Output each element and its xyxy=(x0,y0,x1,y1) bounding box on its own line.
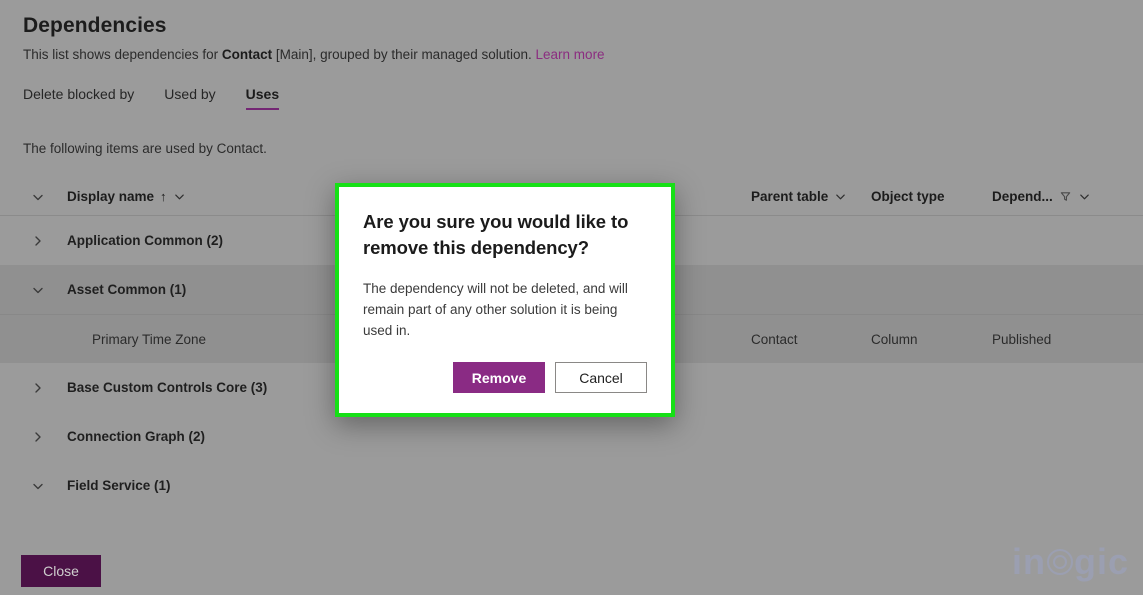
close-button[interactable]: Close xyxy=(21,555,101,587)
chevron-right-icon xyxy=(35,382,41,393)
dialog-actions: Remove Cancel xyxy=(363,362,647,393)
row-display-name: Connection Graph (2) xyxy=(67,429,205,444)
row-parent-table: Contact xyxy=(751,331,798,347)
column-header-object-type-label: Object type xyxy=(871,189,945,204)
page-header: Dependencies This list shows dependencie… xyxy=(23,14,605,64)
column-header-object-type[interactable]: Object type xyxy=(871,189,992,204)
row-expand-toggle[interactable] xyxy=(21,381,67,395)
page-title: Dependencies xyxy=(23,14,167,37)
dialog-body-text: The dependency will not be deleted, and … xyxy=(363,281,628,338)
dialog-title: Are you sure you would like to remove th… xyxy=(363,211,629,258)
tab-uses[interactable]: Uses xyxy=(231,82,294,114)
chevron-down-icon[interactable] xyxy=(1078,190,1091,203)
watermark-text-before: in xyxy=(1011,541,1046,582)
remove-button[interactable]: Remove xyxy=(453,362,545,393)
row-expand-toggle[interactable] xyxy=(21,234,67,248)
chevron-down-icon[interactable] xyxy=(173,190,186,203)
watermark-text-after: gic xyxy=(1073,541,1129,582)
learn-more-link[interactable]: Learn more xyxy=(536,47,605,62)
row-expand-toggle[interactable] xyxy=(21,430,67,444)
tab-delete-blocked-by[interactable]: Delete blocked by xyxy=(23,82,149,114)
dependencies-page: Dependencies This list shows dependencie… xyxy=(0,0,1143,595)
cancel-button[interactable]: Cancel xyxy=(555,362,647,393)
row-display-name: Field Service (1) xyxy=(67,478,171,493)
chevron-down-icon xyxy=(33,483,43,489)
subtitle-entity: Contact xyxy=(221,47,273,62)
tab-list: Delete blocked by Used by Uses xyxy=(23,82,294,114)
row-expand-toggle[interactable] xyxy=(21,479,67,493)
watermark-logo-icon xyxy=(1046,549,1073,575)
chevron-down-icon[interactable] xyxy=(834,190,847,203)
inogic-watermark: in gic xyxy=(1012,541,1129,583)
sort-ascending-icon: ↑ xyxy=(160,189,167,204)
column-header-parent-table[interactable]: Parent table xyxy=(751,189,871,204)
column-header-parent-table-label: Parent table xyxy=(751,189,829,204)
subtitle-suffix: [Main], grouped by their managed solutio… xyxy=(272,47,536,62)
row-object-type: Column xyxy=(871,331,918,347)
subtitle-prefix: This list shows dependencies for xyxy=(23,47,222,62)
list-description: The following items are used by Contact. xyxy=(23,141,267,156)
remove-dependency-dialog: Are you sure you would like to remove th… xyxy=(335,183,675,417)
column-header-display-name-label: Display name xyxy=(67,189,155,204)
table-row[interactable]: Connection Graph (2) xyxy=(0,412,1143,461)
dialog-content: Are you sure you would like to remove th… xyxy=(339,187,671,413)
row-dependency: Published xyxy=(992,331,1052,347)
tab-used-by[interactable]: Used by xyxy=(149,82,230,114)
row-expand-toggle[interactable] xyxy=(21,283,67,297)
chevron-right-icon xyxy=(35,431,41,442)
expand-all-toggle[interactable] xyxy=(21,190,67,204)
filter-icon[interactable] xyxy=(1059,190,1072,203)
chevron-down-icon xyxy=(33,194,43,200)
column-header-dependency[interactable]: Depend... xyxy=(992,189,1142,204)
column-header-dependency-label: Depend... xyxy=(992,189,1053,204)
table-row[interactable]: Field Service (1) xyxy=(0,461,1143,510)
page-subtitle: This list shows dependencies for Contact… xyxy=(23,46,605,64)
chevron-down-icon xyxy=(33,287,43,293)
chevron-right-icon xyxy=(35,235,41,246)
